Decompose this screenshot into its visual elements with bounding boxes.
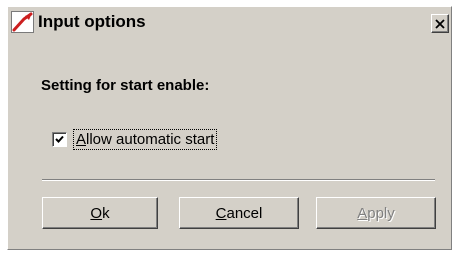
allow-automatic-start-label[interactable]: Allow automatic start xyxy=(73,128,218,150)
cancel-accelerator: C xyxy=(215,204,227,222)
ok-label: k xyxy=(102,204,110,222)
close-button[interactable] xyxy=(431,14,449,33)
apply-label: pply xyxy=(367,204,395,222)
allow-automatic-start-checkbox-row[interactable]: Allow automatic start xyxy=(52,128,218,150)
allow-automatic-start-checkbox[interactable] xyxy=(52,131,67,147)
ok-accelerator: O xyxy=(90,204,103,222)
label-text: llow automatic start xyxy=(86,130,215,148)
label-accelerator: A xyxy=(76,130,87,148)
apply-button[interactable]: Apply xyxy=(316,197,436,229)
cancel-button[interactable]: Cancel xyxy=(179,197,299,229)
close-icon xyxy=(435,18,445,29)
cancel-label: ancel xyxy=(226,204,263,222)
separator xyxy=(42,179,435,181)
apply-accelerator: A xyxy=(357,204,368,222)
checkmark-icon xyxy=(55,135,64,143)
app-icon xyxy=(11,11,34,33)
window-title: Input options xyxy=(38,12,146,31)
title-bar[interactable]: Input options xyxy=(8,7,451,38)
section-heading: Setting for start enable: xyxy=(41,77,210,94)
ok-button[interactable]: Ok xyxy=(42,197,158,229)
input-options-dialog: Input options Setting for start enable: … xyxy=(7,6,452,250)
